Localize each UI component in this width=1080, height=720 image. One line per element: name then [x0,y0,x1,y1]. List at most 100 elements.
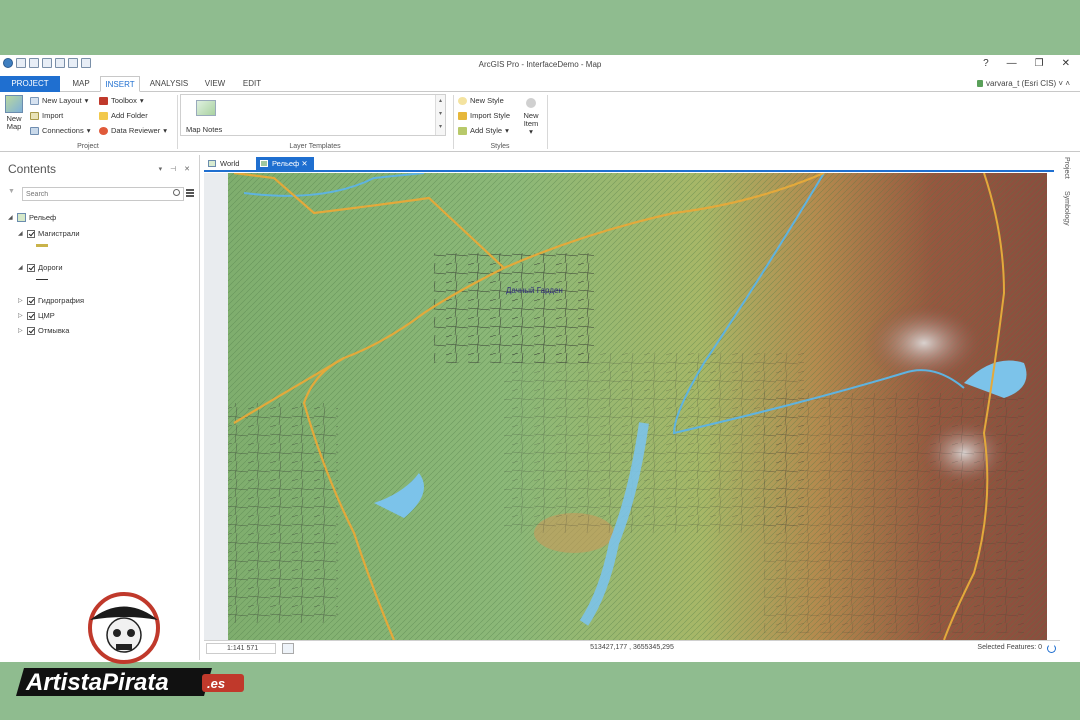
map-label: Дачный Гарден [506,286,563,295]
tab-analysis[interactable]: ANALYSIS [144,76,194,92]
tree-node-hillshade[interactable]: ▷ Отмывка [18,324,69,337]
import-style-label: Import Style [470,111,511,120]
maximize-button[interactable]: ❐ [1035,58,1044,69]
collapse-icon[interactable]: ▷ [18,297,24,304]
collapse-icon[interactable]: ▷ [18,312,24,319]
layer-checkbox[interactable] [27,263,35,272]
layout-icon [30,96,39,105]
import-style-icon [458,111,467,120]
expand-icon[interactable]: ◢ [8,214,14,221]
new-item-button[interactable]: New Item ▾ [518,98,544,136]
contents-title: Contents [8,162,57,176]
watermark-logo: ArtistaPirata .es [16,592,244,696]
layer-label-roads: Дороги [38,263,63,272]
group-project-label: Project [77,143,99,150]
selected-features: Selected Features: 0 [977,644,1042,651]
side-tabs: Project Symbology [1060,157,1078,287]
layer-label-dem: ЦМР [38,311,55,320]
layer-label-hydrography: Гидрография [38,296,85,305]
title-bar: ArcGIS Pro - InterfaceDemo - Map ? — ❐ ✕ [0,55,1080,75]
town-road-grid [434,253,594,363]
ribbon-separator [547,95,548,149]
map-tab-relief-label: Рельеф [272,159,300,168]
group-layer-templates: Map Notes ▴ ▾ ▾ Layer Templates [178,92,452,152]
contents-pane: Contents ▾ ⊣ ✕ ▼ ◢ Рельеф ◢ Магистрали ◢… [2,155,200,660]
tree-node-map[interactable]: ◢ Рельеф [8,211,56,224]
tree-node-roads[interactable]: ◢ Дороги [18,261,63,274]
tab-project[interactable]: PROJECT [0,76,60,92]
toolbox-button[interactable]: Toolbox ▾ [99,96,144,105]
data-reviewer-icon [99,126,108,135]
map-notes-icon[interactable] [196,100,216,116]
tree-node-hydrography[interactable]: ▷ Гидрография [18,294,84,307]
tree-node-highways[interactable]: ◢ Магистрали [18,227,80,240]
map-canvas[interactable]: Дачный Гарден [204,173,1047,640]
tab-map[interactable]: MAP [64,76,98,92]
new-style-label: New Style [470,96,504,105]
skull-teeth [116,644,132,650]
map-icon [260,160,268,167]
expand-icon[interactable]: ◢ [18,264,24,271]
skull-eye [113,629,121,637]
layer-label-hillshade: Отмывка [38,326,70,335]
expand-icon[interactable]: ◢ [18,230,24,237]
road-symbol [36,279,48,280]
close-button[interactable]: ✕ [1062,58,1070,69]
layer-checkbox[interactable] [27,311,35,320]
lock-icon [976,80,983,87]
side-tab-symbology[interactable]: Symbology [1063,191,1070,226]
add-folder-button[interactable]: Add Folder [99,111,148,120]
data-reviewer-label: Data Reviewer [111,126,161,135]
tree-node-dem[interactable]: ▷ ЦМР [18,309,55,322]
user-account[interactable]: varvara_t (Esri CIS) ˅ ˄ [976,79,1070,88]
import-button[interactable]: Import [30,111,63,120]
group-styles: New Style Import Style Add Style ▾ New I… [454,92,546,152]
import-style-button[interactable]: Import Style [458,111,510,120]
gallery-scroll[interactable]: ▴ ▾ ▾ [435,95,445,135]
map-notes-label[interactable]: Map Notes [186,125,222,134]
new-style-button[interactable]: New Style [458,96,504,105]
layer-templates-gallery: Map Notes ▴ ▾ ▾ [180,94,446,136]
map-view[interactable]: Дачный Гарден [204,173,1047,640]
layer-checkbox[interactable] [27,229,35,238]
layer-checkbox[interactable] [27,326,35,335]
search-icon[interactable] [173,189,180,196]
add-style-label: Add Style [470,126,503,135]
ribbon-tabs: PROJECT MAP INSERT ANALYSIS VIEW EDIT va… [0,75,1080,92]
ribbon: New Map New Layout ▾ Import Connections … [0,92,1080,152]
map-tab-relief[interactable]: Рельеф ✕ [256,157,314,170]
user-name: varvara_t (Esri CIS) [985,79,1057,88]
new-style-icon [458,96,467,105]
layer-label-highways: Магистрали [38,229,80,238]
data-reviewer-button[interactable]: Data Reviewer ▾ [99,126,167,135]
map-icon [17,213,26,222]
side-tab-project[interactable]: Project [1063,157,1070,179]
layer-checkbox[interactable] [27,296,35,305]
help-button[interactable]: ? [983,58,989,69]
add-style-button[interactable]: Add Style ▾ [458,126,509,135]
new-map-button[interactable]: New Map [3,95,25,131]
pane-controls[interactable]: ▾ ⊣ ✕ [159,165,193,173]
folder-icon [99,111,108,120]
refresh-icon[interactable] [1047,644,1056,653]
map-view-tabs: World Рельеф ✕ [204,157,1054,172]
tab-edit[interactable]: EDIT [236,76,268,92]
collapse-icon[interactable]: ▷ [18,327,24,334]
arcgis-window: ArcGIS Pro - InterfaceDemo - Map ? — ❐ ✕… [0,55,1080,662]
window-controls: ? — ❐ ✕ [983,58,1070,69]
tab-view[interactable]: VIEW [198,76,232,92]
minimize-button[interactable]: — [1007,58,1017,69]
import-icon [30,111,39,120]
new-layout-button[interactable]: New Layout ▾ [30,96,88,105]
tab-insert[interactable]: INSERT [100,76,140,92]
layer-label-map: Рельеф [29,213,57,222]
group-layer-templates-label: Layer Templates [289,143,341,150]
coordinates-readout: 513427,177 , 3655345,295 [590,644,674,651]
filter-icon[interactable]: ▼ [8,188,15,195]
map-tab-world[interactable]: World [204,157,245,170]
contents-search-input[interactable] [22,187,184,201]
watermark-suffix: .es [207,676,225,691]
connections-button[interactable]: Connections ▾ [30,126,90,135]
menu-icon[interactable] [186,189,194,197]
artistapirata-watermark: ArtistaPirata .es [12,588,252,708]
